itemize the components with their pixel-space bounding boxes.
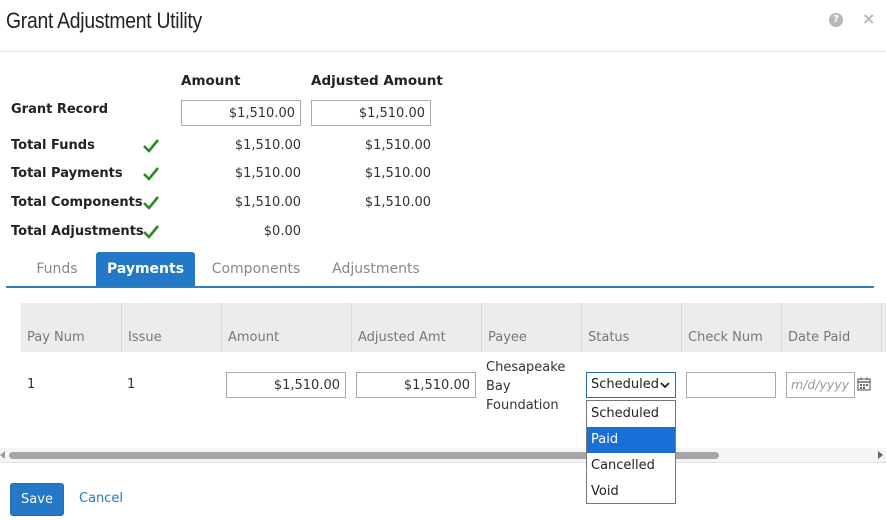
total-components-adjusted: $1,510.00 bbox=[364, 195, 431, 210]
issue-cell: 1 bbox=[127, 377, 136, 392]
amount-header: Amount bbox=[181, 73, 241, 89]
total-adjustments-label: Total Adjustments bbox=[11, 224, 144, 239]
total-funds-amount: $1,510.00 bbox=[234, 138, 301, 153]
row-amount-input[interactable] bbox=[226, 372, 346, 398]
check-icon bbox=[143, 225, 159, 239]
status-option-scheduled[interactable]: Scheduled bbox=[587, 401, 675, 427]
total-components-label: Total Components bbox=[11, 195, 143, 210]
col-status[interactable]: Status bbox=[581, 303, 681, 352]
col-date-paid[interactable]: Date Paid bbox=[781, 303, 881, 352]
help-icon[interactable]: ? bbox=[829, 13, 843, 27]
scroll-right-arrow-icon[interactable] bbox=[878, 451, 883, 459]
col-payee[interactable]: Payee bbox=[481, 303, 581, 352]
col-pay-num[interactable]: Pay Num bbox=[21, 303, 121, 352]
col-adjusted-amt[interactable]: Adjusted Amt bbox=[351, 303, 481, 352]
cancel-link[interactable]: Cancel bbox=[79, 491, 123, 506]
total-funds-label: Total Funds bbox=[11, 138, 95, 153]
save-button[interactable]: Save bbox=[10, 483, 64, 516]
grant-record-adjusted-input[interactable] bbox=[311, 100, 431, 126]
status-select[interactable]: Scheduled bbox=[586, 372, 676, 398]
total-payments-amount: $1,510.00 bbox=[234, 166, 301, 181]
calendar-icon[interactable] bbox=[857, 377, 871, 391]
check-icon bbox=[143, 167, 159, 181]
status-option-cancelled[interactable]: Cancelled bbox=[587, 453, 675, 479]
total-adjustments-amount: $0.00 bbox=[263, 224, 301, 239]
check-icon bbox=[143, 139, 159, 153]
tab-funds[interactable]: Funds bbox=[20, 252, 94, 286]
status-dropdown-list: Scheduled Paid Cancelled Void bbox=[586, 400, 676, 504]
col-overflow bbox=[881, 303, 886, 352]
payee-line: Foundation bbox=[486, 398, 559, 413]
col-check-num[interactable]: Check Num bbox=[681, 303, 781, 352]
grant-record-label: Grant Record bbox=[11, 102, 109, 117]
status-option-paid[interactable]: Paid bbox=[587, 427, 675, 453]
col-amount[interactable]: Amount bbox=[221, 303, 351, 352]
status-option-void[interactable]: Void bbox=[587, 479, 675, 505]
tab-payments[interactable]: Payments bbox=[96, 252, 195, 286]
dialog-titlebar: Grant Adjustment Utility ? × bbox=[0, 0, 886, 52]
chevron-down-icon bbox=[660, 382, 670, 389]
adjusted-amount-header: Adjusted Amount bbox=[311, 73, 443, 89]
tab-bar: Funds Payments Components Adjustments bbox=[6, 252, 874, 288]
check-num-input[interactable] bbox=[686, 372, 776, 398]
total-components-amount: $1,510.00 bbox=[234, 195, 301, 210]
col-issue[interactable]: Issue bbox=[121, 303, 221, 352]
grid-header: Pay Num Issue Amount Adjusted Amt Payee … bbox=[21, 303, 886, 352]
row-adjusted-amt-input[interactable] bbox=[356, 372, 476, 398]
tab-components[interactable]: Components bbox=[201, 252, 311, 286]
status-selected-value: Scheduled bbox=[591, 377, 659, 392]
date-paid-input[interactable]: m/d/yyyy bbox=[786, 372, 855, 398]
total-payments-adjusted: $1,510.00 bbox=[364, 166, 431, 181]
payee-line: Bay bbox=[486, 379, 511, 394]
payee-cell: Chesapeake Bay Foundation bbox=[486, 358, 565, 415]
tab-adjustments[interactable]: Adjustments bbox=[321, 252, 431, 286]
total-payments-label: Total Payments bbox=[11, 166, 123, 181]
total-funds-adjusted: $1,510.00 bbox=[364, 138, 431, 153]
check-icon bbox=[143, 196, 159, 210]
pay-num-cell: 1 bbox=[27, 377, 36, 392]
payee-line: Chesapeake bbox=[486, 360, 566, 375]
close-icon[interactable]: × bbox=[862, 10, 875, 28]
dialog-title: Grant Adjustment Utility bbox=[6, 8, 202, 33]
grant-record-amount-input[interactable] bbox=[181, 100, 301, 126]
scroll-left-arrow-icon[interactable] bbox=[0, 451, 5, 459]
